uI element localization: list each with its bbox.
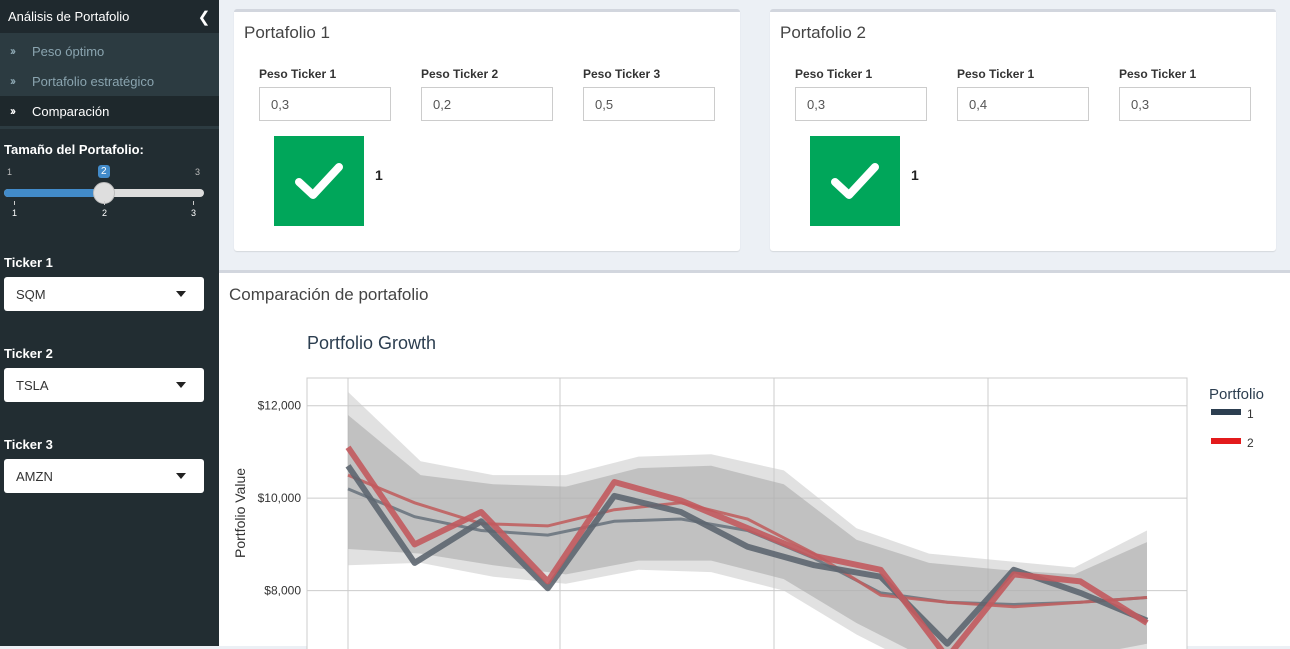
slider-max: 3: [195, 167, 201, 177]
ticker-2-value: TSLA: [16, 377, 49, 393]
portfolio-1-title: Portafolio 1: [244, 23, 330, 42]
app-title: Análisis de Portafolio: [8, 9, 130, 24]
slider-tick: [14, 201, 15, 205]
slider-tick-label: 2: [102, 208, 108, 218]
p1-weight-3-input[interactable]: [583, 87, 715, 121]
p1-valuebox: [274, 136, 364, 226]
collapse-icon[interactable]: ❮: [189, 8, 219, 26]
portfolio-2-title: Portafolio 2: [780, 23, 866, 42]
legend-label-2: 2: [1247, 436, 1254, 450]
portfolio-growth-chart: Portfolio Growth Portfolio Value $8,000 $…: [232, 333, 1264, 649]
p2-weight-2-label: Peso Ticker 1: [957, 67, 1035, 81]
caret-down-icon: [176, 382, 186, 388]
comparison-box: Comparación de portafolio Portfolio Grow…: [219, 270, 1290, 649]
portfolio-size-slider[interactable]: 1 3 2 1 2 3: [4, 165, 204, 225]
menu-item-peso-optimo[interactable]: ›› Peso óptimo: [0, 36, 219, 66]
p2-weight-3-input[interactable]: [1119, 87, 1251, 121]
ticker-1-label: Ticker 1: [4, 255, 53, 270]
slider-value: 2: [98, 165, 110, 178]
ticker-2-select[interactable]: TSLA: [4, 368, 204, 402]
ticker-3-label: Ticker 3: [4, 437, 53, 452]
double-chevron-right-icon: ››: [10, 44, 16, 58]
slider-fill: [4, 189, 104, 197]
check-icon: [295, 163, 343, 199]
chart-title: Portfolio Growth: [307, 333, 436, 353]
ticker-1-select[interactable]: SQM: [4, 277, 204, 311]
caret-down-icon: [176, 473, 186, 479]
slider-tick: [193, 201, 194, 205]
legend-label-1: 1: [1247, 407, 1254, 421]
slider-tick-label: 3: [191, 208, 197, 218]
legend-title: Portfolio: [1209, 386, 1264, 403]
p2-weight-1-input[interactable]: [795, 87, 927, 121]
menu-item-comparacion[interactable]: ›› Comparación: [0, 96, 219, 126]
p2-valuebox-value: 1: [911, 167, 919, 183]
p2-valuebox: [810, 136, 900, 226]
double-chevron-right-icon: ››: [10, 104, 16, 118]
slider-min: 1: [7, 167, 13, 177]
y-tick-label: $12,000: [258, 399, 302, 413]
p2-weight-1-label: Peso Ticker 1: [795, 67, 873, 81]
ticker-3-value: AMZN: [16, 468, 53, 484]
chart-y-label: Portfolio Value: [232, 468, 248, 558]
sidebar-menu: ›› Peso óptimo ›› Portafolio estratégico…: [0, 33, 219, 129]
ticker-3-select[interactable]: AMZN: [4, 459, 204, 493]
p1-weight-2-input[interactable]: [421, 87, 553, 121]
portfolio-1-box: Portafolio 1 Peso Ticker 1 Peso Ticker 2…: [234, 9, 740, 251]
caret-down-icon: [176, 291, 186, 297]
slider-label: Tamaño del Portafolio:: [4, 142, 144, 157]
p2-weight-3-label: Peso Ticker 1: [1119, 67, 1197, 81]
y-tick-label: $8,000: [264, 584, 301, 598]
portfolio-2-box: Portafolio 2 Peso Ticker 1 Peso Ticker 1…: [770, 9, 1276, 251]
y-tick-label: $10,000: [258, 491, 302, 505]
p1-weight-2-label: Peso Ticker 2: [421, 67, 499, 81]
p1-weight-1-label: Peso Ticker 1: [259, 67, 337, 81]
p1-valuebox-value: 1: [375, 167, 383, 183]
slider-tick: [104, 201, 105, 205]
slider-tick-label: 1: [12, 208, 18, 218]
menu-item-label: Peso óptimo: [32, 43, 105, 59]
p1-weight-3-label: Peso Ticker 3: [583, 67, 661, 81]
sidebar: Análisis de Portafolio ❮ ›› Peso óptimo …: [0, 0, 219, 646]
legend-swatch-1: [1211, 409, 1241, 415]
p1-weight-1-input[interactable]: [259, 87, 391, 121]
double-chevron-right-icon: ››: [10, 74, 16, 88]
menu-item-label: Comparación: [32, 103, 110, 119]
ticker-1-value: SQM: [16, 286, 46, 302]
sidebar-header: Análisis de Portafolio ❮: [0, 0, 219, 33]
p2-weight-2-input[interactable]: [957, 87, 1089, 121]
check-icon: [831, 163, 879, 199]
legend-swatch-2: [1211, 438, 1241, 444]
menu-item-label: Portafolio estratégico: [32, 73, 155, 89]
menu-item-portafolio-estrategico[interactable]: ›› Portafolio estratégico: [0, 66, 219, 96]
ticker-2-label: Ticker 2: [4, 346, 53, 361]
